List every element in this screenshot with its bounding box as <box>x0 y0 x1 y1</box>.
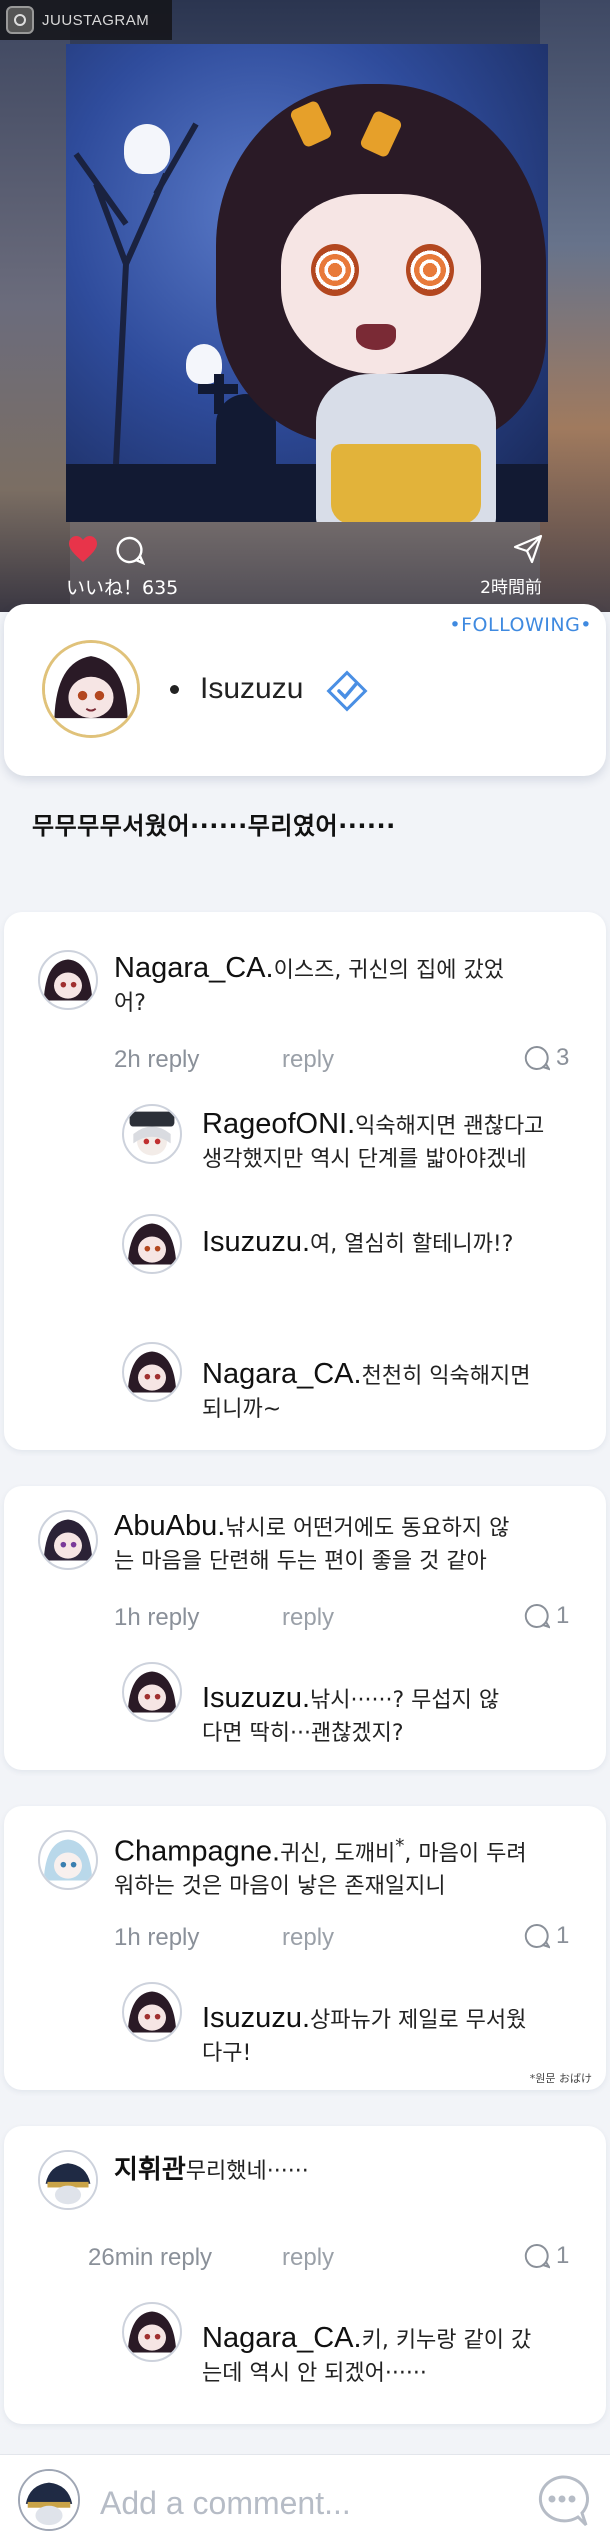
post-hero: JUUSTAGRAM いいね！635 2時間前 <box>0 0 610 612</box>
likes-count: いいね！635 <box>66 577 179 599</box>
reply-body: Nagara_CA.천천히 익숙해지면 되니까~ <box>202 1358 531 1422</box>
comment-username[interactable]: Nagara_CA. <box>202 2322 362 2354</box>
comment-composer <box>0 2454 610 2548</box>
reply-count[interactable]: 1 <box>524 1602 569 1630</box>
reply-count[interactable]: 1 <box>524 1922 569 1950</box>
avatar[interactable] <box>18 2469 80 2531</box>
comment-username[interactable]: Isuzuzu. <box>202 2002 310 2034</box>
comment-icon <box>524 1603 550 1629</box>
verified-icon <box>326 670 368 712</box>
comment-time: 1h reply <box>114 1924 200 1951</box>
comment-input[interactable] <box>100 2475 500 2531</box>
avatar[interactable] <box>122 1214 182 1274</box>
reply-body: Nagara_CA.키, 키누랑 같이 갔 는데 역시 안 되겠어······ <box>202 2322 532 2386</box>
chat-icon[interactable] <box>532 2471 592 2531</box>
avatar[interactable] <box>38 1510 98 1570</box>
comment-time: 1h reply <box>114 1604 200 1631</box>
avatar[interactable] <box>42 640 140 738</box>
reply-body: RageofONI.익숙해지면 괜찮다고 생각했지만 역시 단계를 밟아야겠네 <box>202 1108 545 1172</box>
post-image <box>66 44 548 522</box>
comment-time: 26min reply <box>88 2244 213 2271</box>
reply-button[interactable]: reply <box>282 1046 334 1074</box>
comment-thread: 지휘관무리했네······ 26min reply reply 1 Nagara… <box>4 2126 606 2424</box>
comment-thread: AbuAbu.낚시로 어떤거에도 동요하지 않 는 마음을 단련해 두는 편이 … <box>4 1486 606 1770</box>
comment-body: Nagara_CA.이스즈, 귀신의 집에 갔었 어? <box>114 952 504 1016</box>
app-badge: JUUSTAGRAM <box>0 0 172 40</box>
app-root: JUUSTAGRAM いいね！635 2時間前 •FOLLOWING• Isuz… <box>0 0 610 2548</box>
author-card: •FOLLOWING• Isuzuzu <box>4 604 606 776</box>
app-logo-icon <box>6 6 34 34</box>
post-actions: いいね！635 2時間前 <box>0 525 610 600</box>
footnote: *원문 おばけ <box>529 2072 592 2085</box>
avatar[interactable] <box>122 1982 182 2042</box>
reply-button[interactable]: reply <box>282 2244 334 2272</box>
reply-body: Isuzuzu.여, 열심히 할테니까!? <box>202 1226 514 1258</box>
avatar[interactable] <box>122 1104 182 1164</box>
comment-thread: Nagara_CA.이스즈, 귀신의 집에 갔었 어? 2h reply rep… <box>4 912 606 1450</box>
comment-username[interactable]: Isuzuzu. <box>202 1226 310 1258</box>
comment-username[interactable]: RageofONI. <box>202 1108 355 1140</box>
avatar[interactable] <box>38 950 98 1010</box>
comment-icon <box>524 2243 550 2269</box>
heart-icon[interactable] <box>68 535 98 563</box>
post-caption: 무무무무서웠어······무리였어······ <box>32 812 396 840</box>
comment-username[interactable]: Champagne. <box>114 1835 280 1867</box>
reply-button[interactable]: reply <box>282 1604 334 1632</box>
reply-button[interactable]: reply <box>282 1924 334 1952</box>
reply-count[interactable]: 3 <box>524 1044 569 1072</box>
avatar[interactable] <box>122 1662 182 1722</box>
comment-icon <box>524 1923 550 1949</box>
avatar[interactable] <box>38 1830 98 1890</box>
comment-icon <box>524 1045 550 1071</box>
comment-username[interactable]: AbuAbu. <box>114 1510 225 1542</box>
comment-thread: Champagne.귀신, 도깨비*, 마음이 두려 워하는 것은 마음이 낳은… <box>4 1806 606 2090</box>
reply-count[interactable]: 1 <box>524 2242 569 2270</box>
comment-body: Champagne.귀신, 도깨비*, 마음이 두려 워하는 것은 마음이 낳은… <box>114 1835 527 1900</box>
comment-body: 지휘관무리했네······ <box>114 2155 309 2185</box>
avatar[interactable] <box>122 2302 182 2362</box>
comment-icon[interactable] <box>115 535 145 565</box>
reply-body: Isuzuzu.상파뉴가 제일로 무서웠 다구! <box>202 2002 527 2066</box>
comment-username[interactable]: Nagara_CA. <box>114 952 274 984</box>
app-brand: JUUSTAGRAM <box>42 11 150 29</box>
avatar[interactable] <box>122 1342 182 1402</box>
comment-time: 2h reply <box>114 1046 200 1073</box>
comment-username[interactable]: Nagara_CA. <box>202 1358 362 1390</box>
comment-body: AbuAbu.낚시로 어떤거에도 동요하지 않 는 마음을 단련해 두는 편이 … <box>114 1510 510 1574</box>
send-icon[interactable] <box>512 533 544 565</box>
comment-username[interactable]: 지휘관 <box>114 2155 186 2185</box>
avatar[interactable] <box>38 2150 98 2210</box>
following-button[interactable]: •FOLLOWING• <box>449 614 592 636</box>
reply-body: Isuzuzu.낚시······? 무섭지 않 다면 딱히···괜찮겠지? <box>202 1682 500 1746</box>
comment-username[interactable]: Isuzuzu. <box>202 1682 310 1714</box>
post-time: 2時間前 <box>480 578 542 598</box>
author-name[interactable]: Isuzuzu <box>200 672 303 706</box>
